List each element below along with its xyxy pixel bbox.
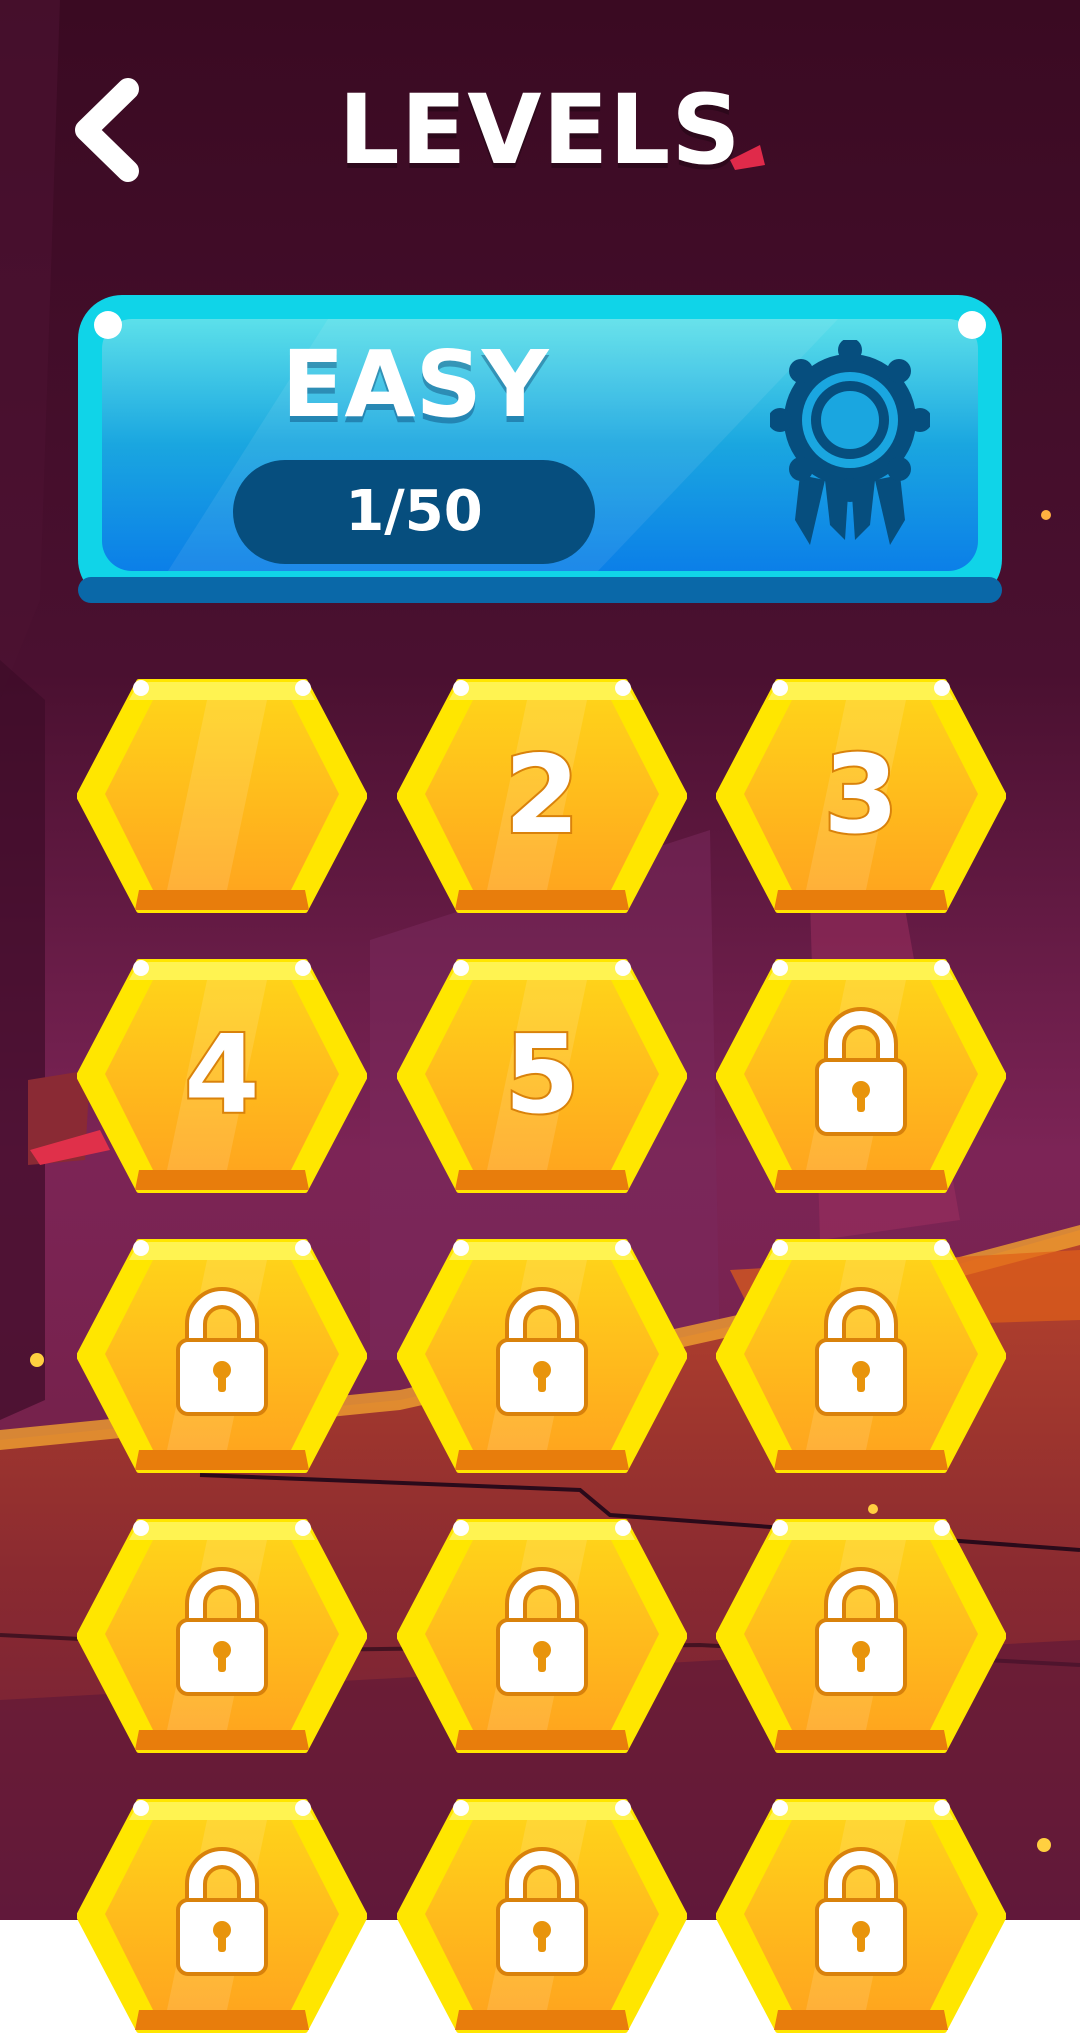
level-number: 5 <box>502 1011 581 1140</box>
lock-icon <box>176 1847 268 1976</box>
level-button-locked[interactable] <box>77 1238 367 1474</box>
level-number: 2 <box>502 731 581 860</box>
level-button-locked[interactable] <box>716 958 1006 1194</box>
progress-text: 1/50 <box>345 479 483 544</box>
level-button[interactable]: 4 <box>77 958 367 1194</box>
lock-icon <box>815 1567 907 1696</box>
level-number <box>77 678 367 914</box>
level-button[interactable]: 2 <box>397 678 687 914</box>
level-button[interactable]: 3 <box>716 678 1006 914</box>
lock-icon <box>176 1287 268 1416</box>
lock-icon <box>815 1287 907 1416</box>
level-button-locked[interactable] <box>716 1238 1006 1474</box>
level-button-locked[interactable] <box>397 1798 687 2034</box>
lock-icon <box>815 1847 907 1976</box>
lock-icon <box>176 1567 268 1696</box>
lock-icon <box>815 1007 907 1136</box>
lock-icon <box>496 1287 588 1416</box>
level-button-locked[interactable] <box>716 1798 1006 2034</box>
difficulty-label: EASY <box>281 331 549 438</box>
level-button[interactable] <box>77 678 367 914</box>
level-button-locked[interactable] <box>77 1798 367 2034</box>
lock-icon <box>496 1567 588 1696</box>
level-button[interactable]: 5 <box>397 958 687 1194</box>
level-button-locked[interactable] <box>716 1518 1006 1754</box>
level-button-locked[interactable] <box>397 1518 687 1754</box>
page-title: LEVELS <box>338 74 742 186</box>
level-button-locked[interactable] <box>77 1518 367 1754</box>
lock-icon <box>496 1847 588 1976</box>
level-number: 3 <box>821 731 900 860</box>
level-button-locked[interactable] <box>397 1238 687 1474</box>
level-number: 4 <box>182 1011 261 1140</box>
award-ribbon-icon <box>770 340 930 545</box>
